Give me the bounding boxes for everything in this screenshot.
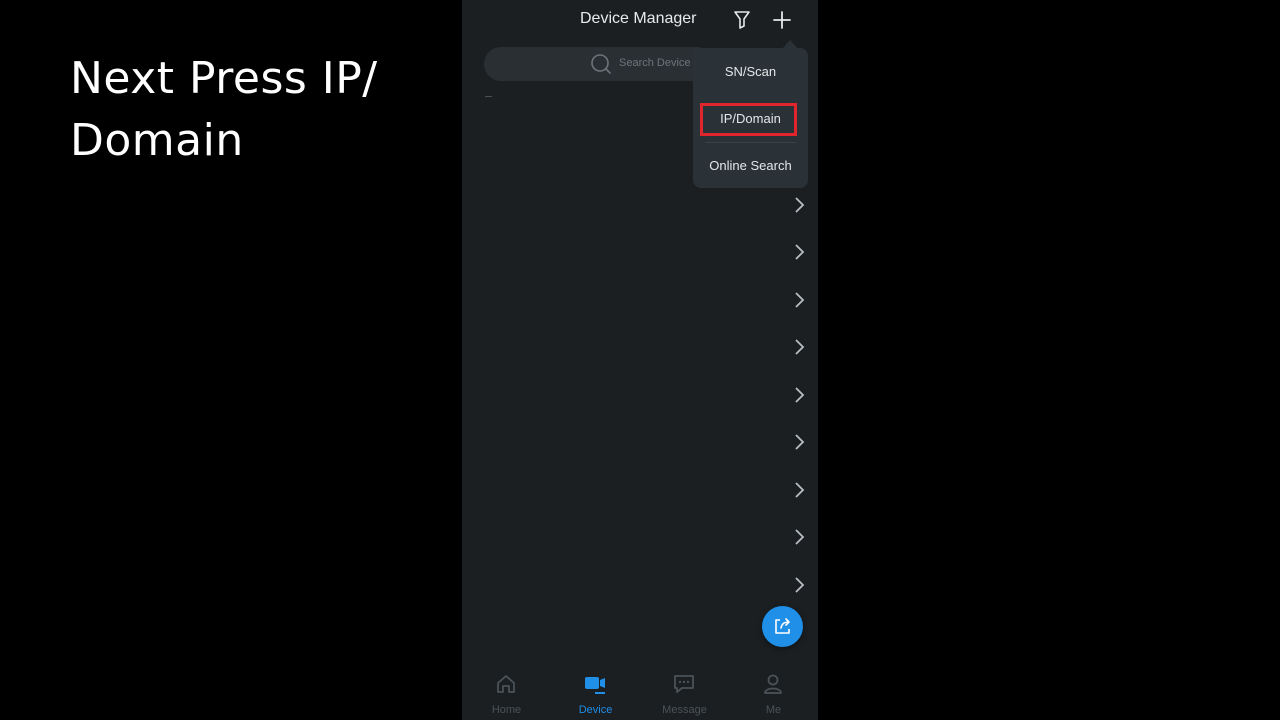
page-title: Device Manager — [580, 10, 697, 27]
chevron-right-icon[interactable] — [792, 386, 806, 404]
home-icon — [497, 675, 515, 693]
chevron-right-icon[interactable] — [792, 576, 806, 594]
chevron-right-icon[interactable] — [792, 338, 806, 356]
chevron-right-icon[interactable] — [792, 196, 806, 214]
instruction-caption: Next Press IP/ Domain — [70, 48, 430, 172]
chevron-right-icon[interactable] — [792, 481, 806, 499]
filter-button[interactable] — [730, 8, 754, 32]
menu-item-online-search[interactable]: Online Search — [693, 147, 808, 183]
search-icon — [591, 54, 611, 74]
search-placeholder: Search Device — [619, 57, 691, 69]
tab-me[interactable]: Me — [729, 660, 818, 720]
menu-item-sn-scan[interactable]: SN/Scan — [693, 53, 808, 89]
phone-screen: Device Manager Search Device SN/Scan IP/… — [462, 0, 818, 720]
share-icon — [775, 618, 790, 634]
tab-label: Device — [578, 704, 613, 716]
chevron-right-icon[interactable] — [792, 528, 806, 546]
tab-device[interactable]: Device — [551, 660, 640, 720]
add-device-menu: SN/Scan IP/Domain Online Search — [693, 48, 808, 188]
divider — [485, 96, 492, 97]
plus-icon — [773, 11, 791, 29]
person-icon — [764, 674, 782, 694]
top-bar: Device Manager — [462, 0, 818, 44]
tab-label: Home — [491, 704, 522, 716]
tab-message[interactable]: Message — [640, 660, 729, 720]
tab-label: Me — [765, 704, 782, 716]
caption-line-2: Domain — [70, 115, 244, 166]
filter-icon — [734, 11, 750, 29]
menu-divider — [705, 142, 796, 143]
bottom-tab-bar: Home Device Message Me — [462, 660, 818, 720]
device-icon — [585, 677, 605, 694]
add-device-button[interactable] — [770, 8, 794, 32]
chevron-right-icon[interactable] — [792, 291, 806, 309]
share-button[interactable] — [762, 606, 803, 647]
chevron-right-icon[interactable] — [792, 433, 806, 451]
chevron-right-icon[interactable] — [792, 243, 806, 261]
caption-line-1: Next Press IP/ — [70, 53, 378, 104]
message-icon — [674, 675, 694, 693]
tab-home[interactable]: Home — [462, 660, 551, 720]
search-bar[interactable]: Search Device — [484, 47, 714, 81]
highlight-box — [700, 103, 797, 136]
tab-label: Message — [662, 704, 707, 716]
